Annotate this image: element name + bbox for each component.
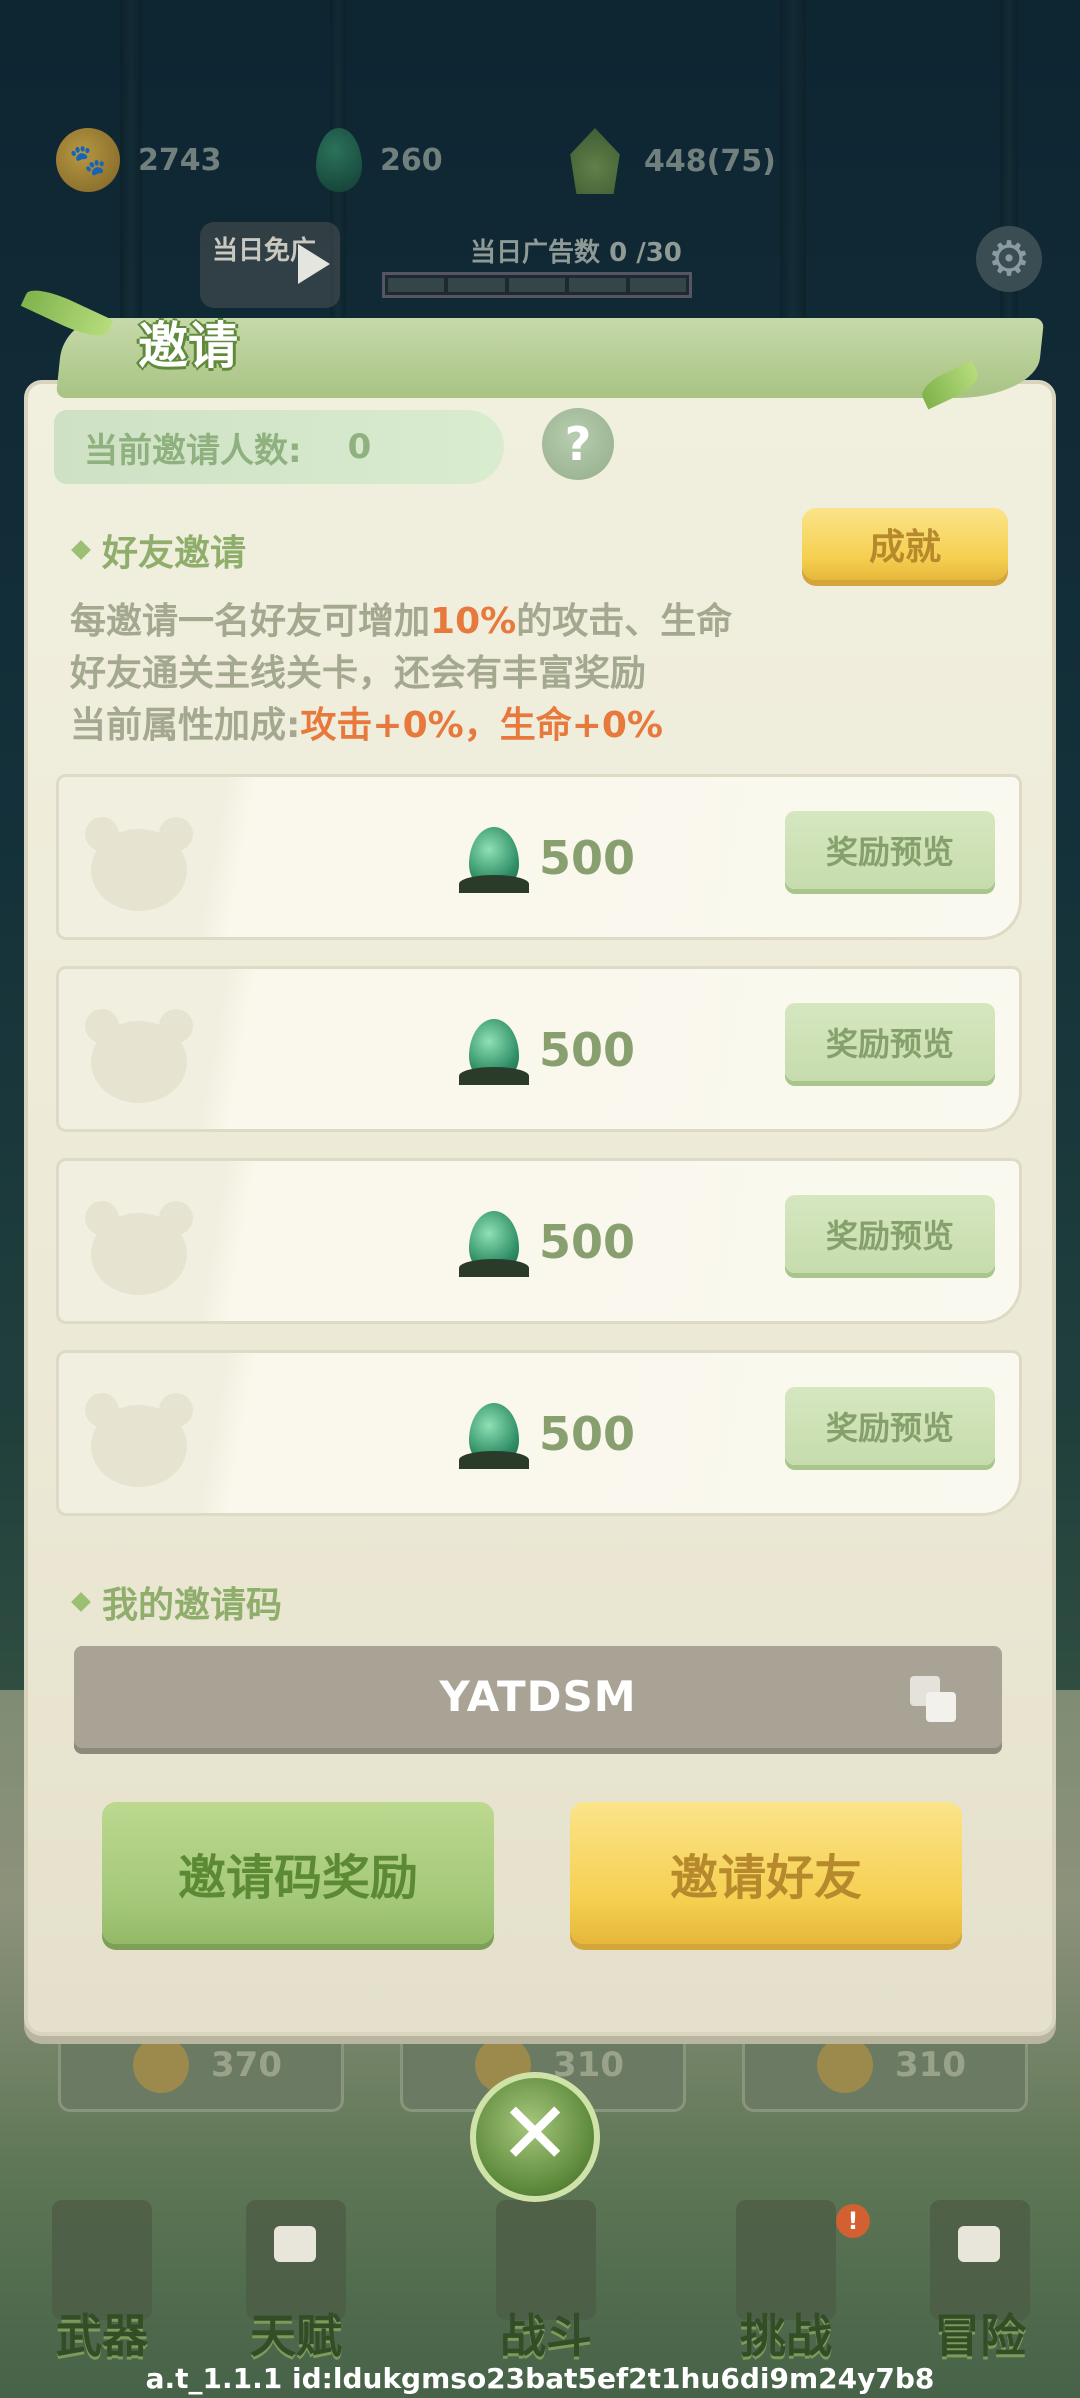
reward-amount: 500 [539, 1407, 636, 1461]
invite-count-bar: 当前邀请人数: 0 [54, 410, 504, 484]
close-icon[interactable]: ✕ [470, 2072, 600, 2202]
daily-ad-label: 当日广告数 0 /30 [470, 238, 682, 268]
invite-code-box: YATDSM [74, 1646, 1002, 1748]
nav-adventure[interactable]: 冒险 [890, 2190, 1070, 2370]
paw-coin-icon: 🐾 [56, 128, 120, 192]
gem-value: 260 [380, 142, 443, 178]
diamond-bullet-icon [71, 1592, 91, 1612]
gear-icon[interactable]: ⚙ [976, 226, 1042, 292]
reward-preview-button[interactable]: 奖励预览 [785, 1387, 995, 1465]
nav-battle-label: 战斗 [500, 2309, 592, 2363]
reward-preview-button[interactable]: 奖励预览 [785, 811, 995, 889]
dialog-title: 邀请 [138, 317, 238, 375]
nav-challenge[interactable]: ! 挑战 [696, 2190, 876, 2370]
help-icon[interactable]: ? [542, 408, 614, 480]
nav-battle[interactable]: 战斗 [456, 2190, 636, 2370]
nav-talent-label: 天赋 [250, 2309, 342, 2363]
desc-line-3: 当前属性加成:攻击+0%，生命+0% [70, 705, 663, 746]
bear-avatar-icon [85, 811, 193, 911]
gem-icon [316, 128, 362, 192]
leaf-icon [570, 128, 620, 194]
friend-invite-heading: 好友邀请 [71, 524, 246, 576]
gem-counter: 260 [316, 128, 443, 192]
nav-weapons[interactable]: 武器 [12, 2190, 192, 2370]
reward-amount: 500 [539, 1215, 636, 1269]
desc-line-1: 每邀请一名好友可增加10%的攻击、生命 [70, 601, 733, 642]
coin-value: 2743 [138, 142, 222, 178]
nav-adventure-label: 冒险 [934, 2309, 1026, 2363]
bear-avatar-icon [85, 1195, 193, 1295]
leaf-decoration [20, 282, 114, 344]
copy-icon[interactable] [910, 1676, 962, 1728]
lock-icon [274, 2226, 316, 2262]
desc-line-2: 好友通关主线关卡，还会有丰富奖励 [70, 653, 647, 694]
version-info: a.t_1.1.1 id:ldukgmso23bat5ef2t1hu6di9m2… [145, 2362, 935, 2395]
nav-challenge-label: 挑战 [740, 2309, 832, 2363]
invite-count-label: 当前邀请人数: [84, 430, 302, 471]
achievement-button[interactable]: 成就 [802, 508, 1008, 580]
reward-row: 500 奖励预览 [56, 1158, 1022, 1324]
daily-ad-progress [382, 272, 692, 298]
free-ad-button[interactable]: 当日免广 [200, 222, 340, 308]
reward-row: 500 奖励预览 [56, 1350, 1022, 1516]
bear-avatar-icon [85, 1387, 193, 1487]
nav-weapons-label: 武器 [56, 2309, 148, 2363]
invite-code-reward-button[interactable]: 邀请码奖励 [102, 1802, 494, 1944]
invite-code: YATDSM [439, 1672, 637, 1721]
coin-counter: 🐾 2743 [56, 128, 222, 192]
play-icon [298, 244, 330, 284]
invite-count-value: 0 [347, 427, 372, 467]
invite-code-heading: 我的邀请码 [71, 1576, 282, 1628]
lock-icon [958, 2226, 1000, 2262]
reward-amount: 500 [539, 831, 636, 885]
diamond-bullet-icon [71, 540, 91, 560]
nav-talent[interactable]: 天赋 [206, 2190, 386, 2370]
invite-friends-button[interactable]: 邀请好友 [570, 1802, 962, 1944]
reward-preview-button[interactable]: 奖励预览 [785, 1003, 995, 1081]
leaf-counter: 448(75) [564, 128, 776, 194]
alert-badge: ! [836, 2204, 870, 2238]
daily-ad-count: 0 /30 [609, 238, 682, 268]
leaf-value: 448(75) [644, 143, 776, 179]
bear-avatar-icon [85, 1003, 193, 1103]
reward-row: 500 奖励预览 [56, 966, 1022, 1132]
reward-preview-button[interactable]: 奖励预览 [785, 1195, 995, 1273]
reward-amount: 500 [539, 1023, 636, 1077]
reward-row: 500 奖励预览 [56, 774, 1022, 940]
